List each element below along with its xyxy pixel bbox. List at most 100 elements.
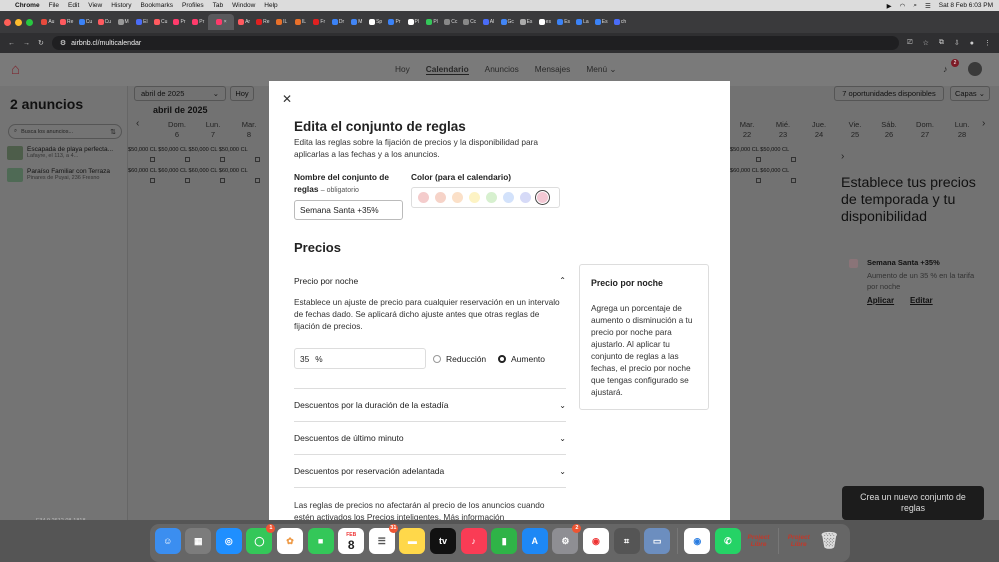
browser-tab[interactable]: Fr: [310, 14, 328, 30]
browser-tab[interactable]: Cu: [77, 14, 95, 30]
menu-file[interactable]: File: [49, 2, 59, 9]
clock[interactable]: Sat 8 Feb 6:03 PM: [939, 2, 993, 9]
last-minute-discounts-accordion[interactable]: Descuentos de último minuto ⌄: [294, 422, 566, 455]
browser-tab[interactable]: Cu: [95, 14, 113, 30]
app-store-icon[interactable]: A: [521, 528, 548, 554]
browser-tab[interactable]: Es: [517, 14, 535, 30]
launchpad-icon[interactable]: ▦: [185, 528, 212, 554]
search-icon[interactable]: ⌕: [913, 2, 917, 10]
calendar-row[interactable]: $60,000 CL $60,000 CL $60,000 CL $60,000…: [128, 168, 268, 196]
day-checkbox[interactable]: [185, 157, 190, 162]
edit-link[interactable]: Editar: [910, 296, 933, 305]
nav-anuncios[interactable]: Anuncios: [485, 64, 519, 75]
day-checkbox[interactable]: [220, 178, 225, 183]
browser-tab[interactable]: M: [348, 14, 366, 30]
color-option[interactable]: [503, 192, 514, 203]
avatar[interactable]: [968, 62, 982, 76]
menu-view[interactable]: View: [88, 2, 102, 9]
browser-tab[interactable]: Gc: [498, 14, 516, 30]
day-checkbox[interactable]: [150, 157, 155, 162]
safari-icon[interactable]: ◎: [215, 528, 242, 554]
menu-edit[interactable]: Edit: [68, 2, 79, 9]
close-tab-icon[interactable]: ×: [224, 19, 227, 25]
day-checkbox[interactable]: [150, 178, 155, 183]
color-option[interactable]: [435, 192, 446, 203]
profile-icon[interactable]: ●: [970, 40, 974, 47]
browser-tab[interactable]: Ar: [235, 14, 253, 30]
price-per-night-accordion[interactable]: Precio por noche ⌃: [294, 264, 566, 297]
opportunities-button[interactable]: 7 oportunidades disponibles: [834, 86, 944, 101]
month-select[interactable]: abril de 2025 ⌄: [134, 86, 226, 101]
chrome-menu-icon[interactable]: ⋮: [984, 39, 991, 47]
day-checkbox[interactable]: [756, 178, 761, 183]
menu-tab[interactable]: Tab: [213, 2, 223, 9]
day-checkbox[interactable]: [791, 178, 796, 183]
browser-tab[interactable]: Pl: [423, 14, 441, 30]
browser-tab[interactable]: Es: [592, 14, 610, 30]
project-libre-icon[interactable]: Project Libre: [746, 528, 772, 554]
browser-tab[interactable]: Al: [480, 14, 498, 30]
system-settings-icon[interactable]: ⚙ 2: [552, 524, 582, 554]
day-checkbox[interactable]: [791, 157, 796, 162]
prev-arrow-icon[interactable]: ‹: [136, 118, 139, 129]
percentage-input[interactable]: 35 %: [294, 348, 426, 369]
music-icon[interactable]: ♪: [460, 528, 487, 554]
browser-tab[interactable]: IL: [292, 14, 310, 30]
trash-bin-icon[interactable]: 🗑: [816, 528, 842, 554]
zoom-window-icon[interactable]: [26, 18, 33, 26]
browser-tab[interactable]: Sp: [367, 14, 385, 30]
apply-link[interactable]: Aplicar: [867, 296, 894, 305]
whatsapp-icon[interactable]: ✆: [714, 528, 741, 554]
app-menu[interactable]: Chrome: [15, 2, 40, 9]
calendar-row[interactable]: $60,000 CL $60,000 CL: [730, 168, 830, 196]
apple-tv-icon[interactable]: tv: [430, 528, 457, 554]
browser-tab[interactable]: Es: [555, 14, 573, 30]
calendar-app-icon[interactable]: FEB 8: [338, 528, 365, 554]
layers-button[interactable]: Capas ⌄: [950, 86, 990, 101]
preview-icon[interactable]: ▭: [644, 528, 671, 554]
bell-icon[interactable]: ♪: [943, 64, 948, 74]
browser-tab[interactable]: es: [536, 14, 554, 30]
listing-item[interactable]: Paraíso Familiar con Terraza Pinares de P…: [7, 168, 125, 186]
nav-mensajes[interactable]: Mensajes: [535, 64, 571, 75]
day-checkbox[interactable]: [220, 157, 225, 162]
messages-icon[interactable]: ◯ 1: [246, 524, 276, 554]
wifi-icon[interactable]: ◠: [900, 2, 906, 10]
chrome-app-icon[interactable]: ◉: [684, 528, 711, 554]
menu-history[interactable]: History: [111, 2, 131, 9]
finder-icon[interactable]: ☺: [154, 528, 181, 554]
radio-increase[interactable]: Aumento: [498, 354, 545, 364]
color-option[interactable]: [418, 192, 429, 203]
browser-tab[interactable]: M: [114, 14, 132, 30]
reload-icon[interactable]: ↻: [38, 39, 44, 47]
close-icon[interactable]: ✕: [282, 92, 292, 106]
browser-tab[interactable]: Cc: [442, 14, 460, 30]
nav-calendario[interactable]: Calendario: [425, 64, 469, 75]
nav-hoy[interactable]: Hoy: [395, 64, 410, 75]
browser-tab[interactable]: Cc: [461, 14, 479, 30]
photos-icon[interactable]: ✿: [277, 528, 304, 554]
browser-tab[interactable]: ×: [208, 14, 235, 30]
day-checkbox[interactable]: [255, 178, 260, 183]
url-bar[interactable]: ⚙ airbnb.cl/multicalendar: [51, 36, 899, 50]
menu-window[interactable]: Window: [232, 2, 255, 9]
advance-booking-discounts-accordion[interactable]: Descuentos por reservación adelantada ⌄: [294, 455, 566, 488]
listings-search-input[interactable]: ⌕ Busca los anuncios... ⇅: [8, 124, 122, 139]
close-window-icon[interactable]: [4, 18, 11, 26]
color-option[interactable]: [452, 192, 463, 203]
extensions-icon[interactable]: ⧉: [939, 39, 944, 47]
browser-tab[interactable]: Au: [39, 14, 57, 30]
browser-tab[interactable]: El: [133, 14, 151, 30]
browser-tab[interactable]: Dr: [329, 14, 347, 30]
create-ruleset-button[interactable]: Crea un nuevo conjunto de reglas: [842, 486, 984, 520]
airbnb-logo-icon[interactable]: ⌂: [11, 61, 20, 78]
play-icon[interactable]: ▶: [887, 2, 892, 10]
color-option[interactable]: [486, 192, 497, 203]
menu-help[interactable]: Help: [264, 2, 277, 9]
reminders-icon[interactable]: ☰ 31: [368, 524, 398, 554]
next-arrow-icon[interactable]: ›: [982, 118, 985, 129]
browser-tab[interactable]: La: [574, 14, 592, 30]
forward-icon[interactable]: →: [23, 40, 30, 47]
day-checkbox[interactable]: [255, 157, 260, 162]
cast-icon[interactable]: ⎚: [907, 39, 913, 47]
